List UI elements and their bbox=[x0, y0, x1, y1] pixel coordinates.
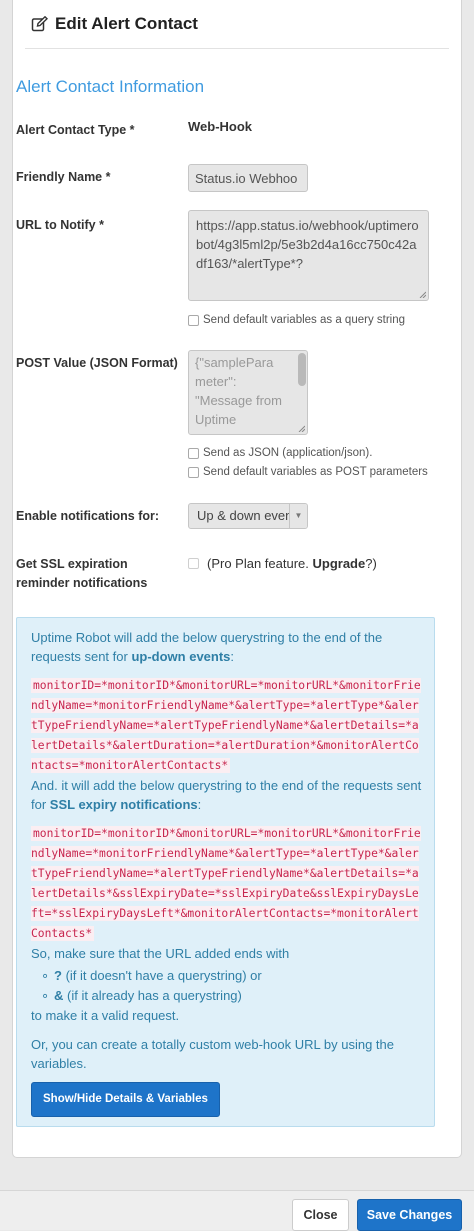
ssl-expiration-label-1: Get SSL expiration bbox=[16, 557, 128, 571]
ssl-pro-text-end: ?) bbox=[365, 556, 377, 571]
list-item: ∘? (if it doesn't have a querystring) or bbox=[41, 968, 262, 983]
send-query-string-option[interactable]: Send default variables as a query string bbox=[188, 314, 405, 326]
ssl-querystring: monitorID=*monitorID*&monitorURL=*monito… bbox=[31, 824, 422, 944]
friendly-name-label: Friendly Name * bbox=[16, 170, 111, 184]
send-as-json-option[interactable]: Send as JSON (application/json). bbox=[188, 447, 372, 459]
alert-contact-type-label: Alert Contact Type * bbox=[16, 123, 135, 137]
notifications-select[interactable]: Up & down events ▼ bbox=[188, 503, 308, 529]
resize-grip-icon[interactable] bbox=[419, 291, 426, 298]
chevron-down-icon: ▼ bbox=[289, 504, 307, 528]
alert-contact-type-value: Web-Hook bbox=[188, 119, 253, 134]
close-button[interactable]: Close bbox=[292, 1199, 349, 1231]
send-query-string-checkbox[interactable] bbox=[188, 314, 199, 326]
upgrade-link[interactable]: Upgrade bbox=[313, 556, 366, 571]
post-value-textarea[interactable]: {"samplePara meter": "Message from Uptim… bbox=[188, 350, 308, 435]
ssl-intro-colon: : bbox=[197, 797, 202, 812]
send-post-params-label: Send default variables as POST parameter… bbox=[203, 466, 428, 478]
modal-header: Edit Alert Contact bbox=[25, 0, 449, 49]
modal-footer: Close Save Changes bbox=[0, 1190, 474, 1231]
post-value-line-1: {"samplePara bbox=[195, 355, 274, 370]
custom-webhook-text: Or, you can create a totally custom web-… bbox=[31, 1037, 394, 1071]
modal-title: Edit Alert Contact bbox=[55, 14, 198, 33]
ends-with-text: So, make sure that the URL added ends wi… bbox=[31, 946, 290, 961]
question-mark-symbol: ? bbox=[54, 968, 62, 983]
updown-querystring: monitorID=*monitorID*&monitorURL=*monito… bbox=[31, 676, 422, 776]
ending-list: ∘? (if it doesn't have a querystring) or… bbox=[31, 966, 422, 1006]
save-changes-button[interactable]: Save Changes bbox=[357, 1199, 462, 1231]
url-to-notify-textarea[interactable]: https://app.status.io/webhook/uptimerobo… bbox=[188, 210, 429, 301]
updown-querystring-text: monitorID=*monitorID*&monitorURL=*monito… bbox=[31, 678, 421, 773]
post-value-line-4: Uptime bbox=[195, 412, 237, 427]
send-post-params-option[interactable]: Send default variables as POST parameter… bbox=[188, 466, 428, 478]
friendly-name-input[interactable]: Status.io Webhoo bbox=[188, 164, 308, 192]
list-item: ∘ & (if it already has a querystring) bbox=[41, 988, 242, 1003]
updown-intro-colon: : bbox=[230, 649, 235, 664]
ssl-querystring-text: monitorID=*monitorID*&monitorURL=*monito… bbox=[31, 826, 421, 941]
updown-intro: Uptime Robot will add the below querystr… bbox=[31, 628, 422, 666]
send-as-json-checkbox[interactable] bbox=[188, 447, 199, 459]
url-to-notify-label: URL to Notify * bbox=[16, 218, 104, 232]
notifications-select-value: Up & down events bbox=[197, 508, 289, 523]
send-as-json-label: Send as JSON (application/json). bbox=[203, 447, 373, 459]
section-title: Alert Contact Information bbox=[16, 77, 205, 96]
ssl-intro: And. it will add the below querystring t… bbox=[31, 776, 422, 814]
post-value-label: POST Value (JSON Format) bbox=[16, 356, 178, 370]
ssl-expiration-option[interactable]: (Pro Plan feature. Upgrade ?) bbox=[188, 556, 377, 571]
valid-request-text: to make it a valid request. bbox=[31, 1008, 180, 1023]
resize-grip-icon[interactable] bbox=[298, 425, 305, 432]
post-value-line-2: meter": bbox=[195, 374, 237, 389]
edit-icon bbox=[31, 15, 48, 31]
send-query-string-label: Send default variables as a query string bbox=[203, 314, 406, 326]
bullet-2-text: (if it already has a querystring) bbox=[63, 988, 242, 1003]
bullet-1-text: (if it doesn't have a querystring) or bbox=[61, 968, 262, 983]
ampersand-symbol: & bbox=[54, 988, 64, 1003]
updown-events-text: up-down events bbox=[131, 649, 231, 664]
url-to-notify-value: https://app.status.io/webhook/uptimerobo… bbox=[196, 218, 419, 271]
ssl-expiry-text: SSL expiry notifications bbox=[49, 797, 198, 812]
send-post-params-checkbox[interactable] bbox=[188, 466, 199, 478]
scrollbar-thumb[interactable] bbox=[298, 353, 306, 386]
ssl-expiration-label-2: reminder notifications bbox=[16, 576, 148, 590]
ssl-pro-text: (Pro Plan feature. bbox=[207, 556, 313, 571]
querystring-info-box: Uptime Robot will add the below querystr… bbox=[16, 617, 435, 1127]
post-value-line-3: "Message from bbox=[195, 393, 282, 408]
ssl-expiration-checkbox[interactable] bbox=[188, 558, 199, 569]
enable-notifications-label: Enable notifications for: bbox=[16, 509, 160, 523]
show-hide-details-button[interactable]: Show/Hide Details & Variables bbox=[31, 1082, 220, 1117]
